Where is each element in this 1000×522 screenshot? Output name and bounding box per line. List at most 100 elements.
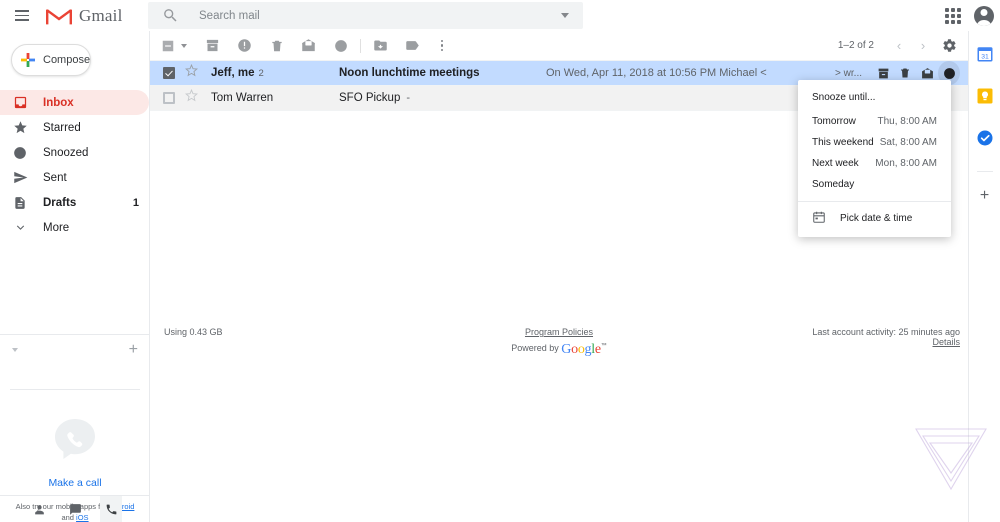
- sidebar-item-drafts[interactable]: Drafts 1: [0, 190, 149, 215]
- main-content: 1–2 of 2 ‹ › Jeff, m: [150, 31, 968, 522]
- snooze-option-tomorrow[interactable]: Tomorrow Thu, 8:00 AM: [798, 111, 951, 132]
- row-subject: SFO Pickup: [339, 92, 400, 104]
- app-header: Gmail: [0, 0, 1000, 31]
- add-app-plus-icon[interactable]: +: [980, 188, 989, 204]
- calendar-icon: [812, 210, 826, 227]
- row-checkbox[interactable]: [163, 67, 175, 79]
- snooze-option-someday[interactable]: Someday: [798, 174, 951, 195]
- hangouts-tab-chat[interactable]: [64, 496, 86, 522]
- row-checkbox[interactable]: [163, 92, 175, 104]
- apps-grid-icon[interactable]: [942, 5, 964, 27]
- snooze-option-this-weekend[interactable]: This weekend Sat, 8:00 AM: [798, 132, 951, 153]
- snooze-menu-title: Snooze until...: [798, 86, 951, 111]
- details-link[interactable]: Details: [932, 337, 960, 347]
- search-bar[interactable]: [148, 2, 583, 29]
- google-logo: Google: [561, 342, 600, 357]
- labels-button[interactable]: [403, 36, 422, 55]
- google-calendar-icon[interactable]: 31: [976, 45, 994, 63]
- last-account-activity: Last account activity: 25 minutes ago: [812, 327, 960, 337]
- snooze-pick-label: Pick date & time: [840, 213, 912, 224]
- gmail-wordmark: Gmail: [79, 6, 123, 26]
- sidebar-item-snoozed[interactable]: Snoozed: [0, 140, 149, 165]
- search-input[interactable]: [197, 9, 561, 23]
- row-subject: Noon lunchtime meetings: [339, 67, 480, 79]
- chevron-down-icon: [11, 221, 29, 234]
- inbox-icon: [11, 95, 29, 110]
- snooze-option-time: Mon, 8:00 AM: [875, 158, 937, 169]
- hamburger-icon[interactable]: [6, 0, 38, 31]
- row-sender-name: Jeff, me: [211, 67, 254, 79]
- chevron-down-icon[interactable]: [561, 13, 569, 18]
- sidebar-item-more[interactable]: More: [0, 215, 149, 240]
- snooze-button[interactable]: [331, 36, 350, 55]
- toolbar-right: 1–2 of 2 ‹ ›: [838, 35, 962, 57]
- sidebar-label-starred: Starred: [43, 122, 139, 134]
- sidebar-count-drafts: 1: [133, 197, 139, 209]
- divider: [360, 39, 361, 53]
- snooze-option-time: Thu, 8:00 AM: [878, 116, 937, 127]
- plus-icon[interactable]: +: [129, 342, 138, 358]
- sidebar-item-sent[interactable]: Sent: [0, 165, 149, 190]
- snooze-option-label: Next week: [812, 158, 859, 169]
- header-actions: [942, 0, 994, 31]
- compose-label: Compose: [43, 54, 90, 66]
- delete-button[interactable]: [267, 36, 286, 55]
- gear-icon[interactable]: [936, 35, 962, 57]
- row-sender-count: 2: [258, 68, 263, 79]
- sidebar-item-inbox[interactable]: Inbox: [0, 90, 149, 115]
- gmail-app: Gmail: [0, 0, 1000, 522]
- right-side-rail: 31 +: [968, 31, 1000, 522]
- send-icon: [11, 170, 29, 185]
- star-icon[interactable]: [185, 89, 199, 107]
- snooze-option-pick-date[interactable]: Pick date & time: [798, 202, 951, 237]
- sidebar-label-drafts: Drafts: [43, 197, 133, 209]
- move-to-button[interactable]: [371, 36, 390, 55]
- svg-text:31: 31: [981, 54, 989, 61]
- left-sidebar: Compose Inbox Starred: [0, 31, 150, 522]
- sidebar-label-inbox: Inbox: [43, 97, 139, 109]
- chevron-right-icon[interactable]: ›: [912, 35, 934, 57]
- chevron-down-icon[interactable]: [12, 348, 18, 352]
- select-checkbox-icon[interactable]: [158, 36, 177, 55]
- snooze-option-label: Someday: [812, 179, 854, 190]
- row-sender: Tom Warren: [211, 92, 339, 104]
- divider: [977, 171, 993, 172]
- sidebar-label-more: More: [43, 222, 139, 234]
- snooze-option-next-week[interactable]: Next week Mon, 8:00 AM: [798, 153, 951, 174]
- row-sender-name: Tom Warren: [211, 92, 273, 104]
- hangouts-tab-contacts[interactable]: [28, 496, 50, 522]
- snooze-option-label: This weekend: [812, 137, 874, 148]
- compose-button[interactable]: Compose: [11, 44, 91, 76]
- more-vertical-icon[interactable]: [434, 40, 450, 52]
- report-spam-button[interactable]: [235, 36, 254, 55]
- snooze-option-time: Sat, 8:00 AM: [880, 137, 937, 148]
- hangouts-header: +: [0, 334, 150, 364]
- google-keep-icon[interactable]: [976, 87, 994, 105]
- pagination-label: 1–2 of 2: [838, 40, 874, 51]
- archive-button[interactable]: [203, 36, 222, 55]
- select-all-chevron-down-icon[interactable]: [181, 44, 187, 48]
- snooze-option-label: Tomorrow: [812, 116, 856, 127]
- gmail-m-icon: [46, 6, 72, 26]
- hangouts-tab-calls[interactable]: [100, 496, 122, 522]
- gmail-logo: Gmail: [46, 6, 123, 26]
- snooze-dropdown-menu: Snooze until... Tomorrow Thu, 8:00 AM Th…: [798, 80, 951, 237]
- google-tasks-icon[interactable]: [976, 129, 994, 147]
- sidebar-label-sent: Sent: [43, 172, 139, 184]
- mail-toolbar: 1–2 of 2 ‹ ›: [150, 31, 968, 60]
- row-snippet-tail: > wr...: [835, 68, 862, 79]
- row-snippet: On Wed, Apr 11, 2018 at 10:56 PM Michael…: [546, 67, 767, 79]
- program-policies-link[interactable]: Program Policies: [525, 327, 593, 337]
- star-icon[interactable]: [185, 64, 199, 82]
- chevron-left-icon[interactable]: ‹: [888, 35, 910, 57]
- clock-icon: [11, 146, 29, 160]
- sidebar-item-starred[interactable]: Starred: [0, 115, 149, 140]
- account-avatar-icon[interactable]: [974, 6, 994, 26]
- powered-by-label: Powered by: [511, 343, 559, 353]
- make-a-call-link[interactable]: Make a call: [48, 477, 101, 489]
- row-snippet: -: [406, 92, 410, 104]
- mark-as-read-button[interactable]: [299, 36, 318, 55]
- sidebar-label-snoozed: Snoozed: [43, 147, 139, 159]
- plus-icon: [20, 52, 36, 68]
- phone-bubble-icon: [51, 415, 99, 463]
